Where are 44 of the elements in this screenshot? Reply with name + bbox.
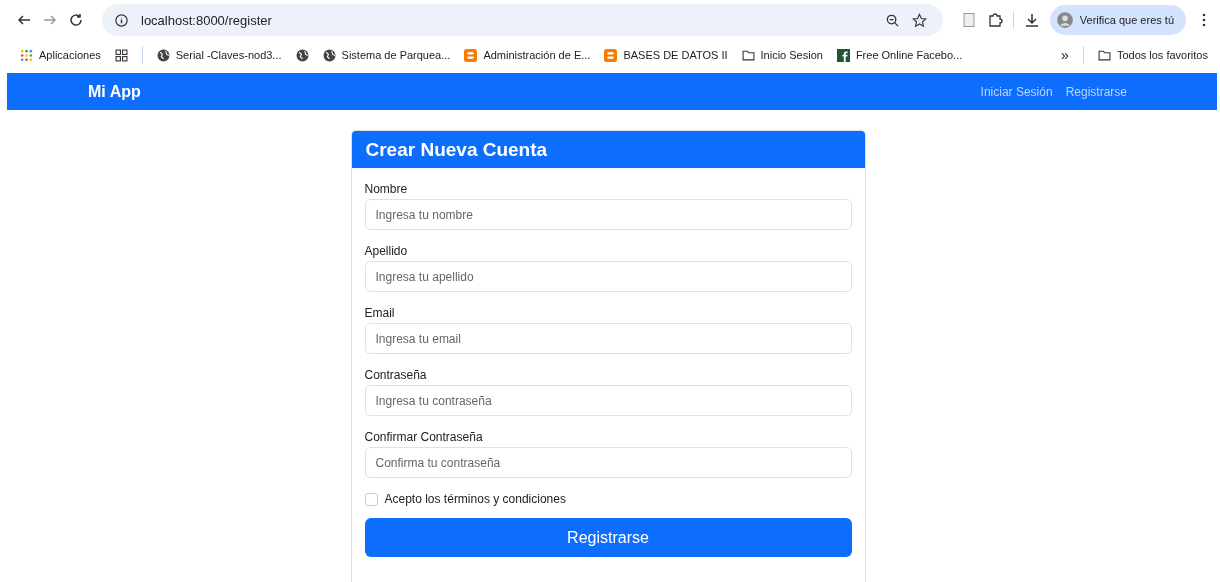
checkbox-label: Acepto los términos y condiciones xyxy=(384,492,566,506)
document-icon[interactable] xyxy=(960,12,977,28)
field-label: Email xyxy=(364,306,396,320)
input-field[interactable]: Ingresa tu contraseña xyxy=(364,385,852,416)
blogger-icon xyxy=(604,48,618,62)
puzzle-icon[interactable] xyxy=(986,12,1003,28)
folder-icon xyxy=(741,48,755,62)
bookmark-link[interactable]: Inicio Sesion xyxy=(741,48,823,62)
input-field[interactable]: Ingresa tu email xyxy=(364,323,852,354)
field-label: Contraseña xyxy=(364,368,428,382)
zoom-out-icon[interactable] xyxy=(884,12,900,28)
folder-icon xyxy=(1097,48,1111,62)
info-icon[interactable] xyxy=(114,12,129,28)
globe-icon xyxy=(156,48,170,62)
bookmark-link[interactable]: Sistema de Parquea... xyxy=(322,48,451,62)
blogger-icon xyxy=(464,48,478,62)
input-field[interactable]: Ingresa tu apellido xyxy=(364,261,852,292)
avatar-icon xyxy=(1055,11,1074,29)
grid-icon[interactable] xyxy=(114,48,128,62)
input-field[interactable]: Confirma tu contraseña xyxy=(364,447,852,478)
profile-button[interactable]: Verifica que eres tú xyxy=(1049,5,1186,35)
field-label: Confirmar Contraseña xyxy=(364,430,484,444)
checkbox[interactable] xyxy=(364,492,378,506)
input-field[interactable]: Ingresa tu nombre xyxy=(364,199,852,230)
more-bookmarks-button[interactable]: » xyxy=(1061,47,1069,63)
brand-link[interactable]: Mi App xyxy=(88,82,141,101)
field-label: Nombre xyxy=(364,182,409,196)
download-icon[interactable] xyxy=(1023,12,1040,28)
star-icon[interactable] xyxy=(911,12,927,28)
globe-icon xyxy=(322,48,336,62)
bookmark-link[interactable]: BASES DE DATOS II xyxy=(604,48,728,62)
field-label: Apellido xyxy=(364,244,409,258)
bookmark-link[interactable]: Todos los favoritos xyxy=(1097,48,1208,62)
bookmark-link[interactable]: Administración de E... xyxy=(464,48,591,62)
globe-icon[interactable] xyxy=(295,48,309,62)
submit-button[interactable]: Registrarse xyxy=(364,518,852,557)
bookmark-link[interactable]: Aplicaciones xyxy=(20,48,101,62)
bookmark-link[interactable]: Serial -Claves-nod3... xyxy=(156,48,282,62)
facebook-icon xyxy=(836,48,850,62)
reload-icon[interactable] xyxy=(68,12,84,28)
bookmark-link[interactable]: Free Online Facebo... xyxy=(836,48,963,62)
apps-grid-icon xyxy=(20,48,33,62)
card-title: Crear Nueva Cuenta xyxy=(365,139,548,160)
address-bar[interactable]: localhost:8000/register xyxy=(102,4,943,36)
